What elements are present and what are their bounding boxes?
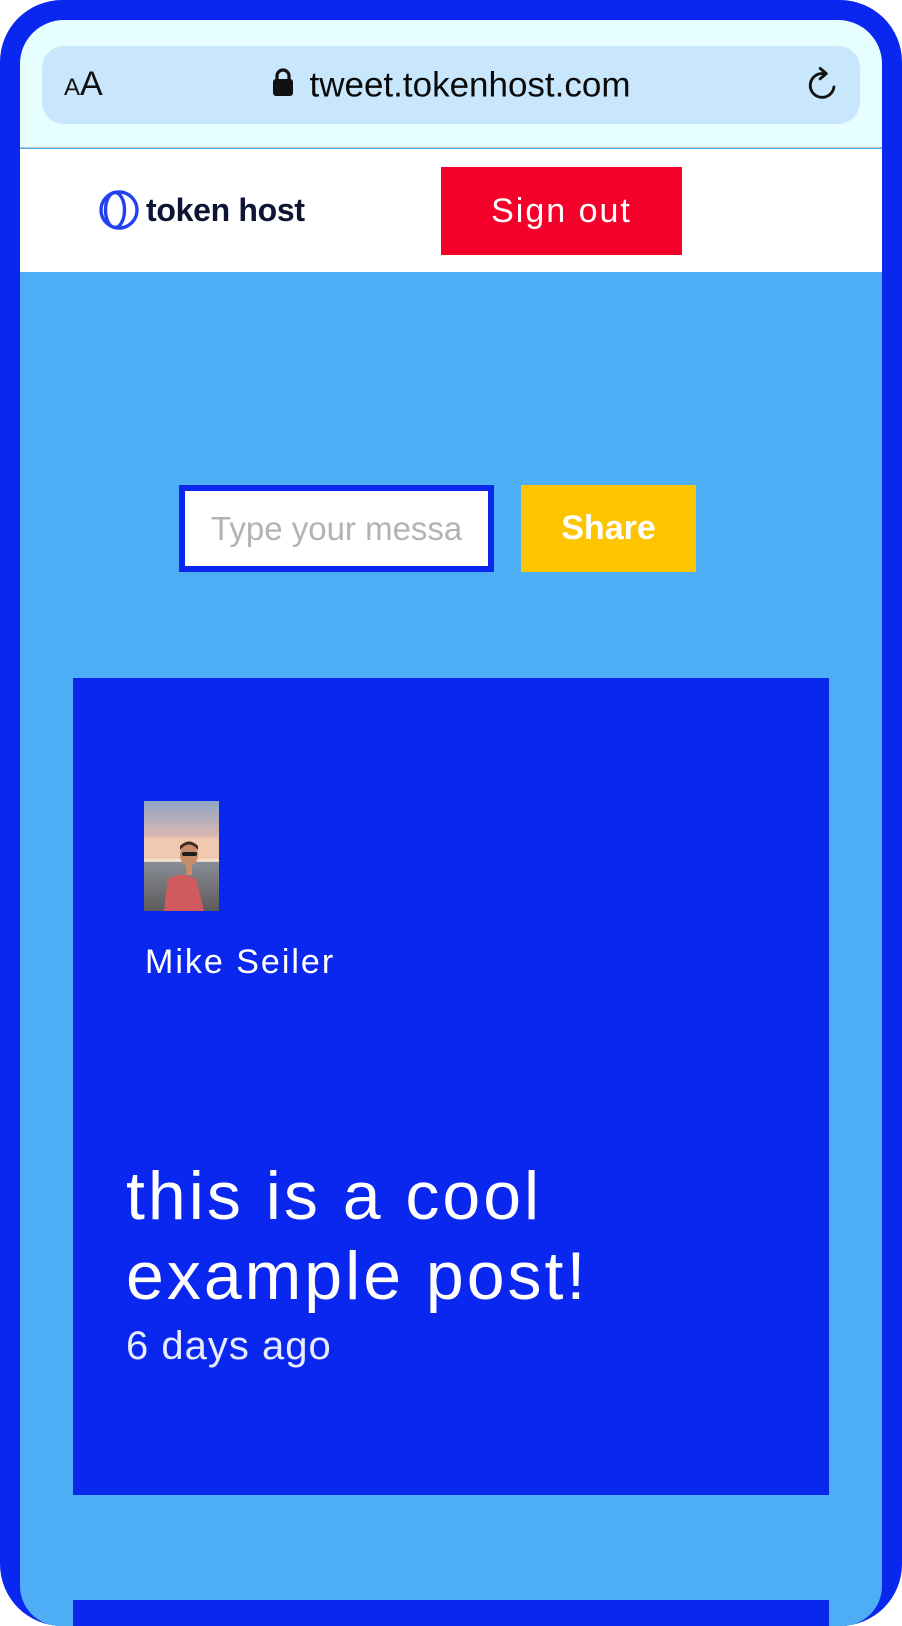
url-display[interactable]: tweet.tokenhost.com [42,64,860,106]
post-card-next [73,1600,829,1626]
post-card: Mike Seiler this is a cool example post!… [73,678,829,1495]
reload-icon[interactable] [804,66,842,104]
avatar-photo [144,801,219,911]
url-text: tweet.tokenhost.com [309,65,631,105]
lock-icon [272,68,293,97]
device-frame: AA tweet.tokenhost.com token host Sign o… [0,0,902,1626]
logo-mark-icon [99,190,139,230]
address-bar[interactable]: AA tweet.tokenhost.com [42,46,860,124]
browser-chrome: AA tweet.tokenhost.com [20,20,882,148]
token-host-logo[interactable]: token host [98,189,305,231]
sign-out-button[interactable]: Sign out [441,167,682,255]
app-header: token host Sign out [20,149,882,272]
post-author: Mike Seiler [145,943,336,981]
screen: AA tweet.tokenhost.com token host Sign o… [20,20,882,1626]
post-timestamp: 6 days ago [126,1324,332,1368]
post-text: this is a cool example post! [126,1158,589,1314]
share-button[interactable]: Share [521,485,696,572]
logo-text: token host [146,191,305,228]
message-input[interactable] [179,485,494,572]
avatar [144,801,219,911]
